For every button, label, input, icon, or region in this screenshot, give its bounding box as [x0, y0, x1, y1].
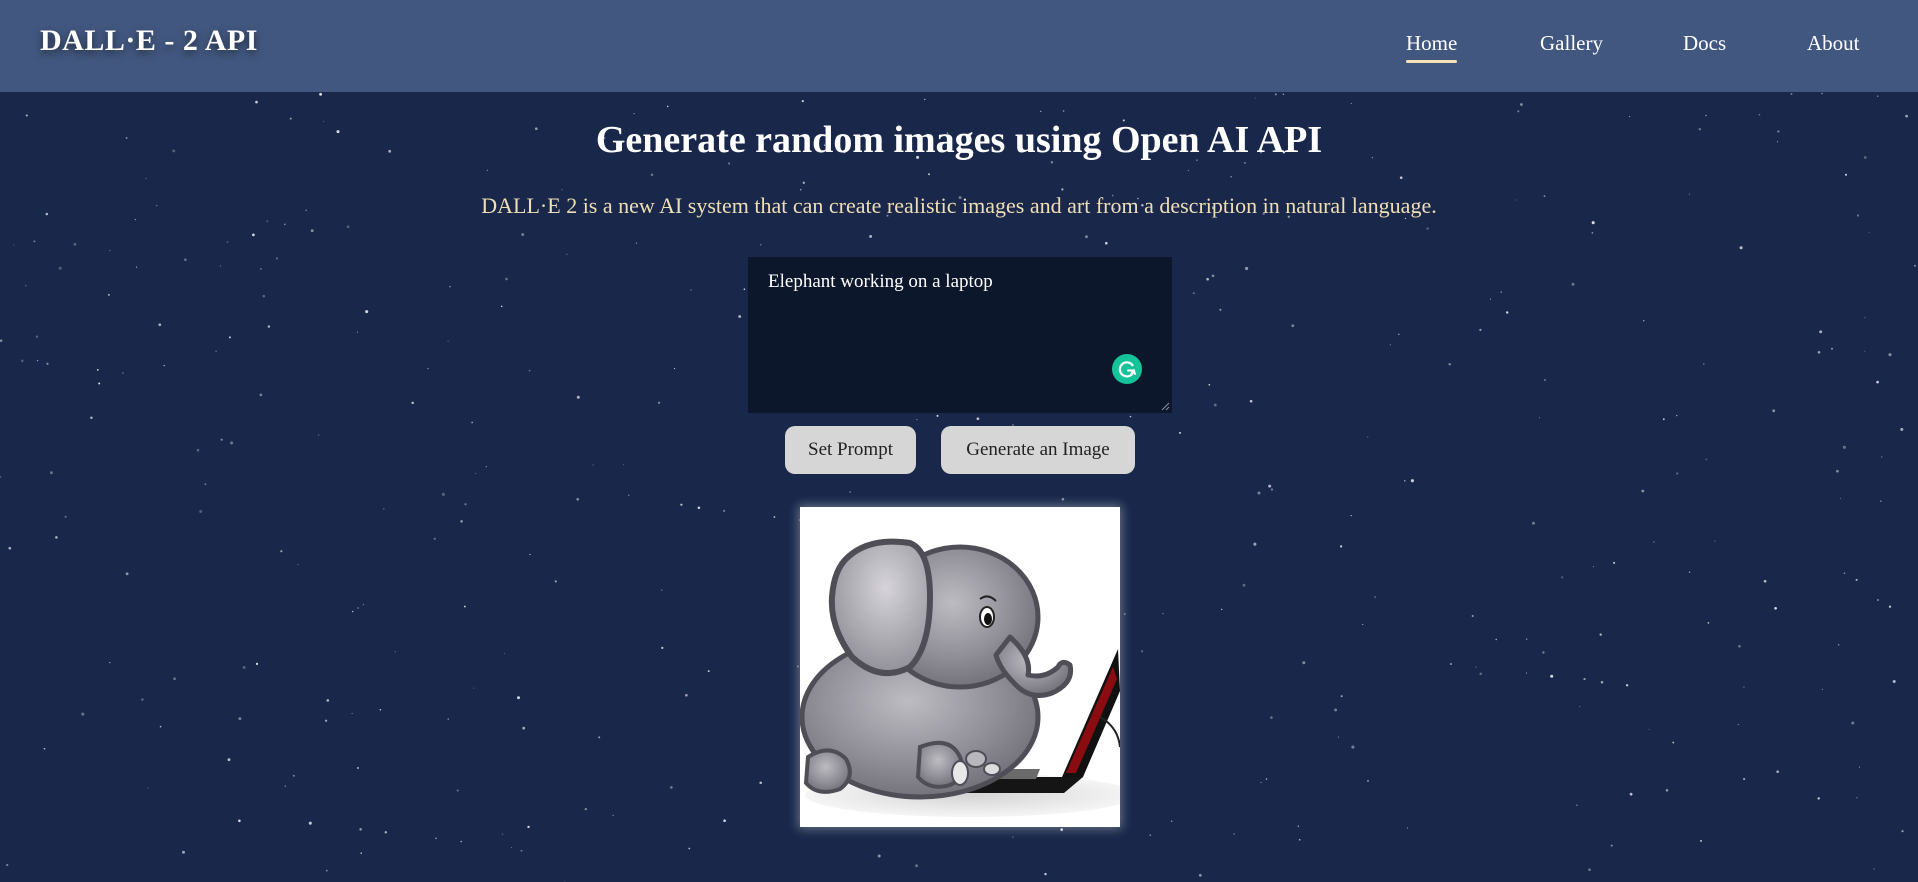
- resize-handle-icon[interactable]: [1160, 401, 1170, 411]
- prompt-textarea[interactable]: Elephant working on a laptop: [748, 257, 1172, 413]
- nav-active-indicator: [1406, 60, 1458, 63]
- nav-docs[interactable]: Docs: [1683, 31, 1726, 56]
- nav-about-label: About: [1807, 31, 1860, 55]
- prompt-textarea-value: Elephant working on a laptop: [768, 271, 993, 292]
- set-prompt-button[interactable]: Set Prompt: [785, 426, 916, 474]
- nav-home[interactable]: Home: [1406, 31, 1458, 63]
- brand-logo-text[interactable]: DALL·E - 2 API: [40, 24, 258, 58]
- nav-home-label: Home: [1406, 31, 1458, 55]
- page-description: DALL·E 2 is a new AI system that can cre…: [481, 193, 1437, 218]
- main-content: Generate random images using Open AI API…: [0, 92, 1918, 882]
- grammarly-icon[interactable]: [1112, 354, 1142, 384]
- nav-about[interactable]: About: [1807, 31, 1860, 56]
- generate-image-button[interactable]: Generate an Image: [941, 426, 1135, 474]
- top-navbar: DALL·E - 2 API Home Gallery Docs About: [0, 0, 1918, 92]
- nav-docs-label: Docs: [1683, 31, 1727, 55]
- nav-gallery[interactable]: Gallery: [1540, 31, 1603, 56]
- nav-gallery-label: Gallery: [1540, 31, 1603, 55]
- page-title: Generate random images using Open AI API: [595, 119, 1323, 161]
